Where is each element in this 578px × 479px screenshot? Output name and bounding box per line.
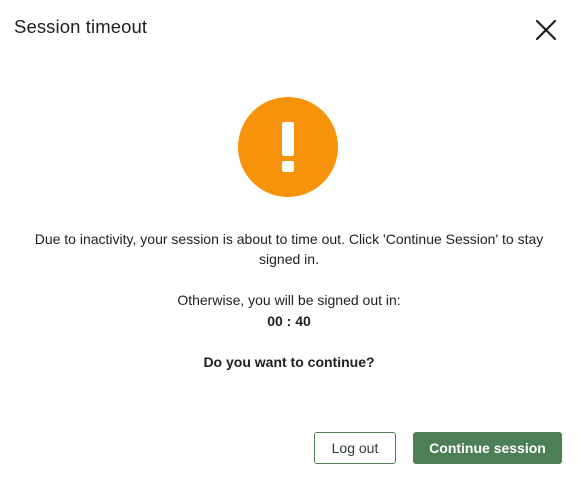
timeout-message: Due to inactivity, your session is about… [34, 231, 544, 267]
continue-question: Do you want to continue? [203, 354, 375, 370]
close-icon [530, 14, 562, 46]
session-timeout-dialog: Session timeout Due to inactivity, your … [0, 0, 578, 479]
continue-session-button[interactable]: Continue session [413, 432, 562, 464]
warning-badge [238, 97, 338, 197]
countdown-timer: 00 : 40 [267, 313, 311, 329]
close-button[interactable] [530, 14, 562, 46]
log-out-button[interactable]: Log out [314, 432, 396, 464]
dialog-title: Session timeout [14, 16, 148, 37]
signout-notice: Otherwise, you will be signed out in: [177, 292, 401, 308]
